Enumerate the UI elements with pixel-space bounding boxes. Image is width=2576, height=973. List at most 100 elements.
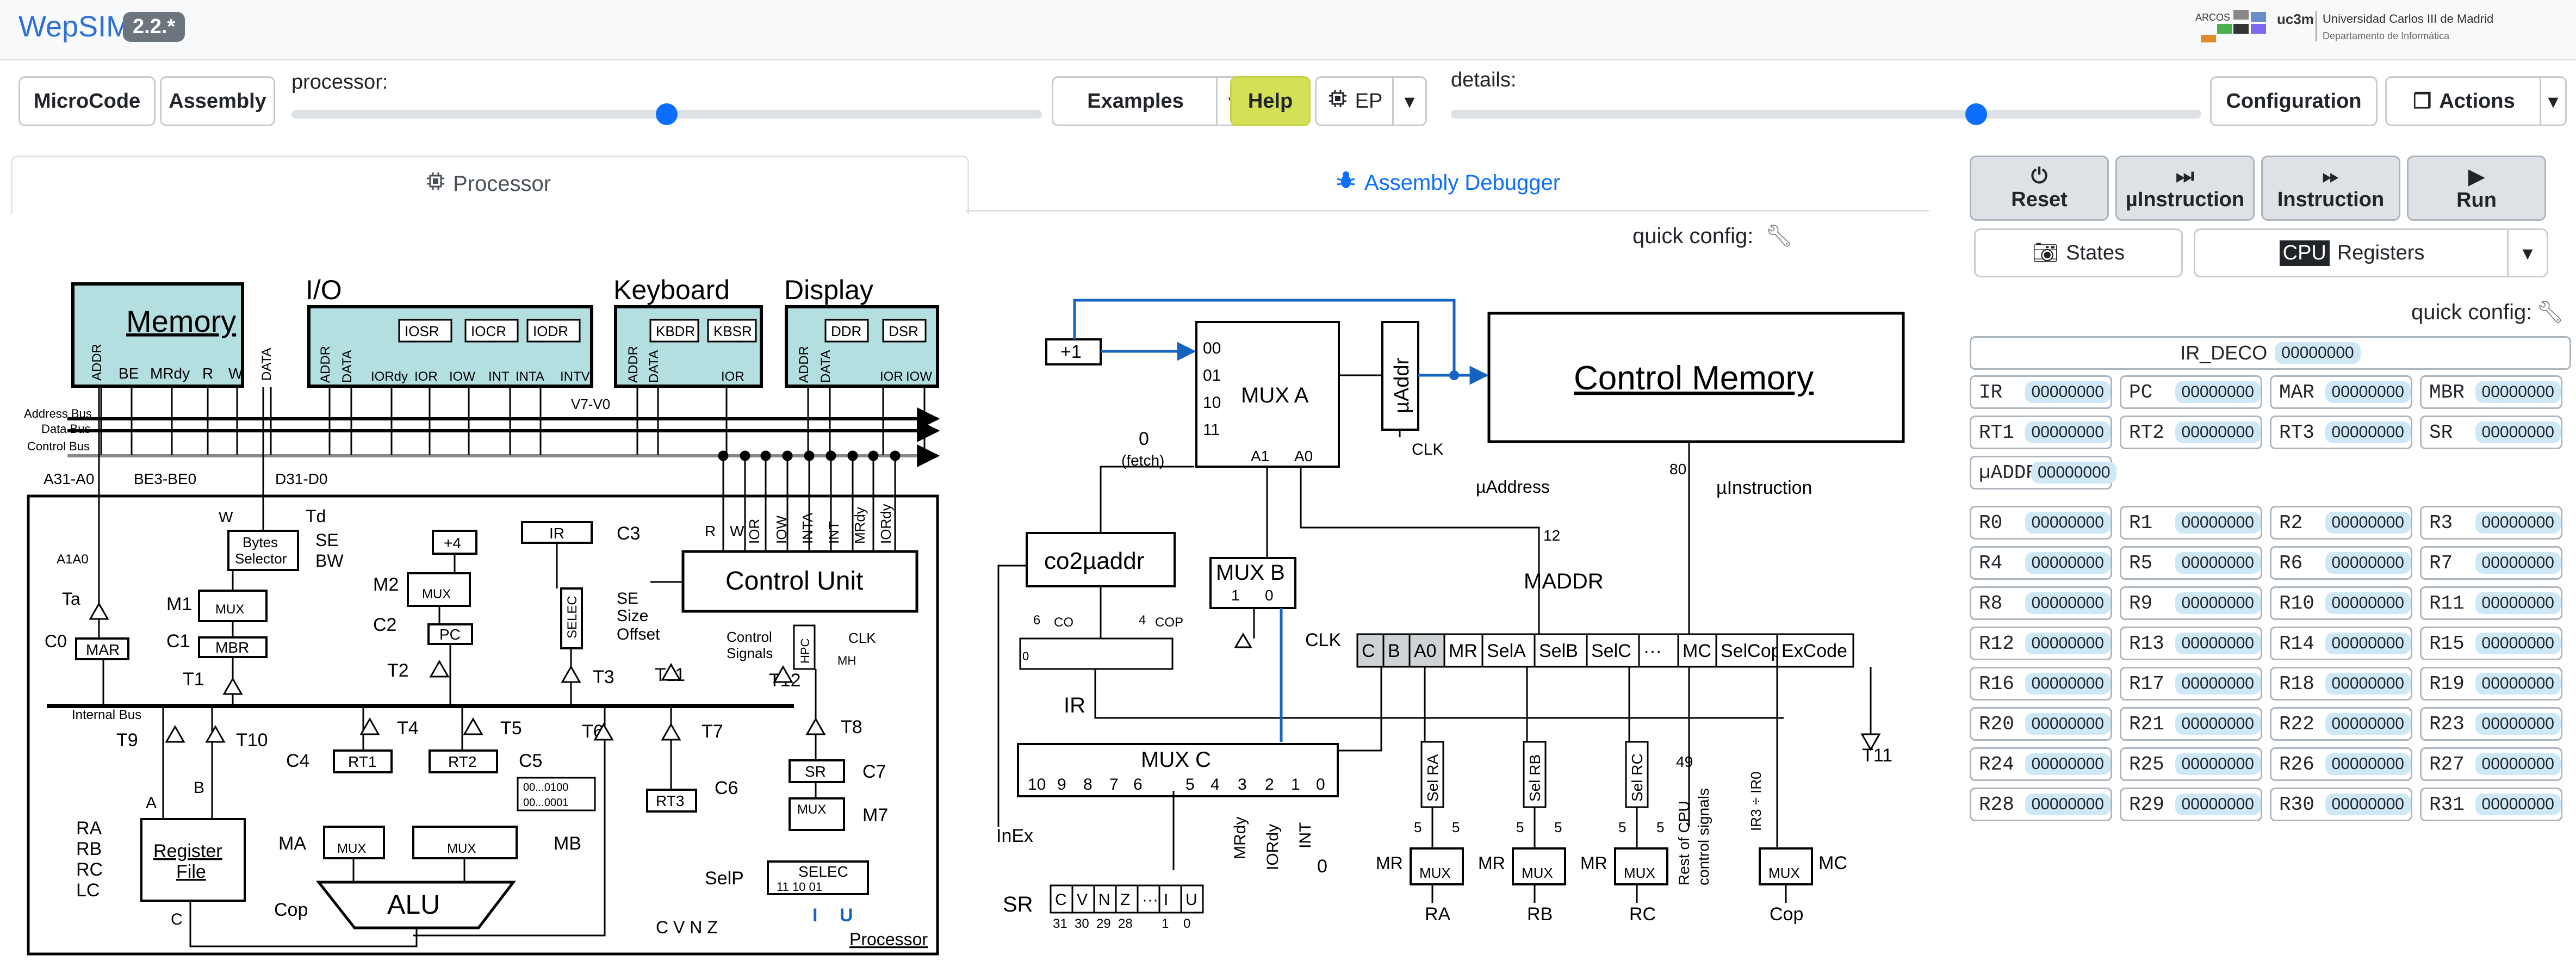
m7-label: M7 <box>862 805 888 826</box>
t9-label: T9 <box>116 730 138 751</box>
selp-selec-label: SELEC <box>798 863 848 880</box>
bits-80: 80 <box>1669 461 1686 478</box>
tristate-buffer[interactable] <box>805 717 826 735</box>
keyboard-title: Keyboard <box>613 275 730 305</box>
c7-label: C7 <box>862 761 886 782</box>
mb-label: MB <box>554 833 581 854</box>
kb-pin-data: DATA <box>647 350 661 383</box>
bits5-b-2: 5 <box>1656 819 1664 835</box>
t8-label: T8 <box>841 717 862 738</box>
clk-label-left: CLK <box>848 630 876 646</box>
iordy-label: IORdy <box>1264 824 1282 870</box>
cvnz-label: C V N Z <box>656 918 718 937</box>
alu-label: ALU <box>387 889 440 920</box>
mux-c-input-6: 6 <box>1133 776 1143 794</box>
sr-bit-index-1: 30 <box>1075 916 1089 931</box>
mux-c-input-7: 7 <box>1109 776 1119 794</box>
mux-b-label: MUX B <box>1216 561 1285 585</box>
sr-bit-label-5: I <box>1164 891 1168 909</box>
tristate-buffer[interactable] <box>205 724 226 743</box>
clk-label-cu: CLK <box>1412 441 1443 458</box>
uinstr-field-label-7: ··· <box>1643 641 1662 661</box>
io-pin-intv: INTV <box>560 369 590 384</box>
c0-label: C0 <box>45 631 67 651</box>
tristate-buffer[interactable] <box>661 722 681 741</box>
mar-label: MAR <box>86 641 120 658</box>
size-label: Size <box>617 607 648 625</box>
output-label-0: RA <box>1425 904 1451 925</box>
uaddress-label: µAddress <box>1476 477 1550 497</box>
zero-input-label: 0 <box>1317 856 1327 877</box>
uinstruction-label: µInstruction <box>1716 478 1812 498</box>
cop-out-label: Cop <box>1770 904 1803 925</box>
pc-label: PC <box>439 626 461 643</box>
sr-bit-index-2: 29 <box>1096 916 1111 931</box>
sr-label: SR <box>805 763 826 780</box>
output-mux-label-0: MUX <box>1419 865 1451 881</box>
processor-caption: Processor <box>849 929 928 949</box>
bits5-a-0: 5 <box>1414 819 1422 835</box>
mux-a-input-10: 10 <box>1203 394 1221 412</box>
io-pin-iow: IOW <box>449 369 475 384</box>
ma-label: MA <box>278 833 306 854</box>
rest-signals-label2: control signals <box>1695 788 1712 885</box>
io-pin-int: INT <box>488 369 510 384</box>
mr-label-2: MR <box>1580 853 1607 873</box>
uaddr-label: µAddr <box>1391 357 1413 413</box>
bits5-b-0: 5 <box>1452 819 1460 835</box>
control-bus-label: Control Bus <box>27 439 90 453</box>
mux-a-input-00: 00 <box>1203 339 1221 357</box>
c2-label: C2 <box>373 615 396 635</box>
cu-sig-v2: INTA <box>799 512 816 544</box>
ta-label: Ta <box>62 589 80 609</box>
ir-strip-zero: 0 <box>1022 649 1029 663</box>
kb-reg-kbsr-label: KBSR <box>713 323 752 339</box>
mem-pin-mrdy: MRdy <box>150 365 190 382</box>
t4-label: T4 <box>397 718 419 739</box>
bits-4a: 4 <box>1139 613 1146 628</box>
mrdy-label: MRdy <box>1231 817 1249 859</box>
tristate-buffer[interactable] <box>429 659 450 678</box>
uinstr-field-label-8: MC <box>1683 641 1711 661</box>
cu-sig-v0: IOR <box>746 519 762 544</box>
tristate-buffer[interactable] <box>165 724 185 743</box>
bits-49: 49 <box>1676 753 1693 770</box>
io-reg-iodr-label: IODR <box>533 323 568 339</box>
clk-label-fields: CLK <box>1305 630 1341 650</box>
kb-pin-addr: ADDR <box>626 346 641 383</box>
sr-bit-label-6: U <box>1185 891 1197 909</box>
address-bus-label: Address Bus <box>24 407 92 420</box>
output-label-1: RB <box>1527 904 1553 925</box>
uinstr-field-label-5: SelB <box>1539 641 1578 661</box>
control-signals-label: Control <box>727 629 772 645</box>
tristate-buffer[interactable] <box>89 602 109 620</box>
tristate-buffer[interactable] <box>222 677 243 695</box>
mux-c-input-3: 3 <box>1238 776 1247 794</box>
c4-label: C4 <box>286 751 309 771</box>
selp-label: SelP <box>705 868 744 889</box>
b-port-label: B <box>194 779 204 797</box>
tristate-buffer[interactable] <box>561 665 581 683</box>
mux-c-input-10: 10 <box>1028 776 1046 794</box>
d31-d0-label: D31-D0 <box>275 470 327 487</box>
mux-c-input-8: 8 <box>1083 776 1093 794</box>
cop-field-label: COP <box>1155 615 1183 630</box>
mr-label-0: MR <box>1376 853 1403 873</box>
sr-bit-index-3: 28 <box>1118 916 1133 931</box>
control-unit-label: Control Unit <box>725 567 863 596</box>
bytes-selector-label: Bytes <box>243 534 278 550</box>
output-mux-label-2: MUX <box>1624 865 1655 881</box>
rt1-label: RT1 <box>348 753 376 770</box>
m1-mux-label: MUX <box>215 602 244 617</box>
td-label: Td <box>306 506 326 526</box>
io-pin-ior: IOR <box>414 369 438 384</box>
mem-pin-data: DATA <box>259 348 274 381</box>
register-file-label: Register <box>153 841 222 862</box>
plus4-label: +4 <box>444 535 461 551</box>
sel-label-1: Sel RB <box>1526 754 1543 802</box>
selec-label: SELEC <box>565 596 580 639</box>
mem-pin-r: R <box>202 365 213 382</box>
ir-label: IR <box>549 525 564 542</box>
tristate-buffer[interactable] <box>463 717 483 735</box>
uinstr-field-label-1: B <box>1388 641 1400 661</box>
